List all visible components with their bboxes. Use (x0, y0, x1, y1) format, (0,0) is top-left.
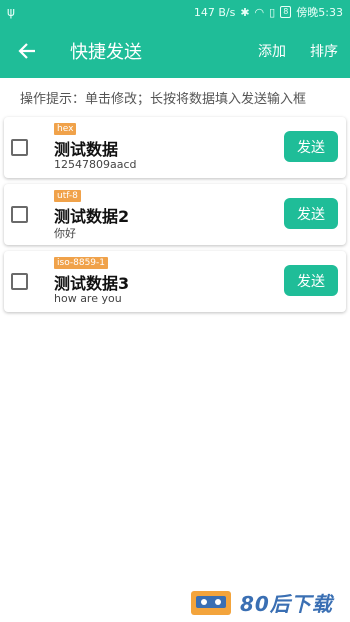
usb-icon: ψ (7, 5, 15, 19)
status-bar-right: 147 B/s ✱ ◠ ▯ 8 傍晚5:33 (194, 4, 343, 20)
item-value: 12547809aacd (54, 158, 137, 171)
wifi-icon: ◠ (254, 5, 265, 19)
send-button[interactable]: 发送 (284, 131, 338, 162)
encoding-badge: iso-8859-1 (54, 257, 108, 269)
send-button[interactable]: 发送 (284, 265, 338, 296)
back-button[interactable] (0, 24, 54, 78)
list-item[interactable]: iso-8859-1 测试数据3 how are you 发送 (4, 251, 346, 312)
encoding-badge: utf-8 (54, 190, 81, 202)
item-checkbox[interactable] (11, 273, 28, 290)
clock: 傍晚5:33 (296, 6, 343, 19)
bluetooth-icon: ✱ (240, 5, 250, 19)
item-name: 测试数据3 (54, 274, 130, 293)
watermark: 80后下载 (190, 586, 350, 618)
item-checkbox[interactable] (11, 206, 28, 223)
item-value: 你好 (54, 227, 76, 240)
toolbar-actions: 添加 排序 (258, 41, 338, 61)
arrow-left-icon (18, 43, 35, 59)
item-name: 测试数据2 (54, 207, 130, 226)
encoding-badge: hex (54, 123, 77, 135)
sort-button[interactable]: 排序 (310, 41, 338, 61)
battery-icon: 8 (280, 6, 292, 18)
status-bar: ψ 147 B/s ✱ ◠ ▯ 8 傍晚5:33 (0, 0, 350, 24)
quick-send-list: hex 测试数据 12547809aacd 发送 utf-8 测试数据2 你好 … (4, 117, 346, 318)
page-title: 快捷发送 (70, 42, 142, 63)
send-button[interactable]: 发送 (284, 198, 338, 229)
watermark-text: 80后下载 (240, 591, 333, 616)
network-speed: 147 B/s (193, 5, 236, 19)
sim-icon: ▯ (269, 5, 276, 19)
cassette-logo-icon (191, 591, 231, 615)
toolbar: 快捷发送 添加 排序 (0, 24, 350, 78)
list-item[interactable]: hex 测试数据 12547809aacd 发送 (4, 117, 346, 178)
list-item[interactable]: utf-8 测试数据2 你好 发送 (4, 184, 346, 245)
add-button[interactable]: 添加 (258, 41, 286, 61)
item-checkbox[interactable] (11, 139, 28, 156)
item-value: how are you (54, 292, 122, 305)
operation-hint: 操作提示：单击修改；长按将数据填入发送输入框 (20, 92, 307, 107)
item-name: 测试数据 (54, 140, 119, 159)
